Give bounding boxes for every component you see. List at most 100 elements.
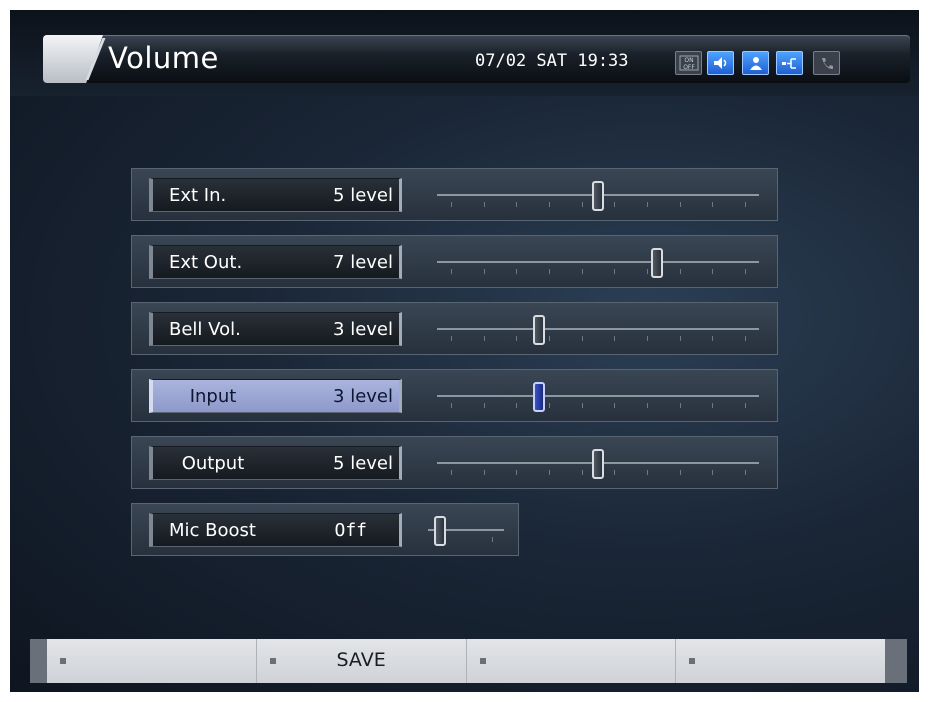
slider-tick: [647, 269, 648, 274]
slider-tick: [614, 269, 616, 274]
slider-tick: [516, 202, 518, 207]
setting-value: 3 level: [333, 319, 393, 340]
setting-label-box: Input 3 level: [149, 379, 402, 413]
slider-tick: [451, 336, 452, 341]
slider-tick: [549, 403, 550, 408]
key-marker-icon: [479, 658, 486, 664]
key-marker-icon: [689, 658, 696, 664]
slider-tick: [516, 403, 518, 408]
slider-tick: [483, 269, 485, 274]
setting-label-box: Ext Out. 7 level: [149, 245, 402, 279]
slider-tick: [745, 202, 746, 207]
svg-text:OFF: OFF: [683, 64, 695, 71]
slider-track[interactable]: [437, 395, 759, 397]
setting-row[interactable]: Bell Vol. 3 level: [131, 302, 778, 355]
setting-label-box: Bell Vol. 3 level: [149, 312, 402, 346]
volume-screen: Volume 07/02 SAT 19:33 ON OFF Ext In. 5 …: [10, 10, 919, 692]
slider-track[interactable]: [437, 328, 759, 330]
setting-row[interactable]: Output 5 level: [131, 436, 778, 489]
slider-tick: [647, 403, 648, 408]
slider-knob[interactable]: [592, 181, 604, 211]
setting-name: Input: [189, 386, 237, 407]
bottom-bar-edge-right: [885, 639, 907, 683]
slider-tick: [647, 470, 648, 475]
slider-tick: [451, 269, 452, 274]
slider-tick: [679, 403, 681, 408]
slider-tick: [647, 336, 648, 341]
slider-tick: [712, 202, 714, 207]
soft-key-bar: SAVE: [47, 639, 885, 683]
slider-tick: [712, 470, 714, 475]
slider-tick: [614, 403, 616, 408]
slider-tick: [492, 537, 493, 542]
slider-tick: [581, 470, 583, 475]
on-off-icon[interactable]: ON OFF: [675, 51, 702, 75]
slider-tick: [483, 336, 485, 341]
slider-knob[interactable]: [533, 382, 546, 412]
slider-knob[interactable]: [592, 449, 604, 479]
slider-tick: [516, 269, 518, 274]
slider-tick: [712, 403, 714, 408]
soft-key-3[interactable]: [467, 639, 677, 683]
slider-tick: [712, 269, 714, 274]
slider-track[interactable]: [437, 261, 759, 263]
slider-tick: [679, 470, 681, 475]
slider-tick: [614, 470, 616, 475]
slider-tick: [647, 202, 648, 207]
slider-tick: [451, 470, 452, 475]
setting-value: Off: [334, 520, 367, 541]
slider-knob[interactable]: [533, 315, 546, 345]
slider-knob[interactable]: [434, 516, 446, 546]
slider-tick: [614, 336, 616, 341]
speaker-icon[interactable]: [707, 51, 734, 75]
person-icon[interactable]: [742, 51, 769, 75]
slider-tick: [745, 470, 746, 475]
datetime-display: 07/02 SAT 19:33: [475, 51, 629, 71]
slider-tick: [581, 202, 583, 207]
slider-tick: [581, 269, 583, 274]
setting-row[interactable]: Ext Out. 7 level: [131, 235, 778, 288]
slider-tick: [516, 336, 518, 341]
setting-name: Output: [181, 453, 245, 474]
setting-row[interactable]: Mic Boost Off: [131, 503, 519, 556]
setting-name: Ext Out.: [169, 252, 243, 273]
slider-tick: [483, 202, 485, 207]
slider-tick: [745, 403, 746, 408]
slider-tick: [549, 470, 550, 475]
slider-tick: [745, 336, 746, 341]
slider-tick: [614, 202, 616, 207]
setting-row[interactable]: Input 3 level: [131, 369, 778, 422]
slider-tick: [679, 202, 681, 207]
slider-tick: [745, 269, 746, 274]
setting-label-box: Output 5 level: [149, 446, 402, 480]
slider-tick: [712, 336, 714, 341]
page-title: Volume: [108, 41, 219, 75]
setting-value: 3 level: [333, 386, 393, 407]
setting-name: Ext In.: [169, 185, 227, 206]
key-marker-icon: [60, 658, 66, 664]
slider-tick: [581, 403, 583, 408]
header: Volume 07/02 SAT 19:33 ON OFF: [10, 10, 919, 96]
setting-label-box: Ext In. 5 level: [149, 178, 402, 212]
soft-key-4[interactable]: [676, 639, 885, 683]
slider-tick: [581, 336, 583, 341]
slider-tick: [483, 470, 485, 475]
slider-tick: [679, 336, 681, 341]
setting-label-box: Mic Boost Off: [149, 513, 402, 547]
setting-value: 5 level: [333, 453, 393, 474]
slider-tick: [549, 202, 550, 207]
setting-name: Bell Vol.: [169, 319, 241, 340]
setting-row[interactable]: Ext In. 5 level: [131, 168, 778, 221]
soft-key-1[interactable]: [47, 639, 257, 683]
save-button[interactable]: SAVE: [257, 639, 467, 683]
slider-knob[interactable]: [650, 248, 663, 278]
save-button-label: SAVE: [336, 649, 386, 671]
slider-tick: [549, 336, 550, 341]
slider-tick: [549, 269, 550, 274]
setting-value: 7 level: [333, 252, 393, 273]
phone-icon[interactable]: [813, 51, 840, 75]
slider-tick: [451, 202, 452, 207]
slider-tick: [451, 403, 452, 408]
network-icon[interactable]: [776, 51, 803, 75]
slider-tick: [516, 470, 518, 475]
